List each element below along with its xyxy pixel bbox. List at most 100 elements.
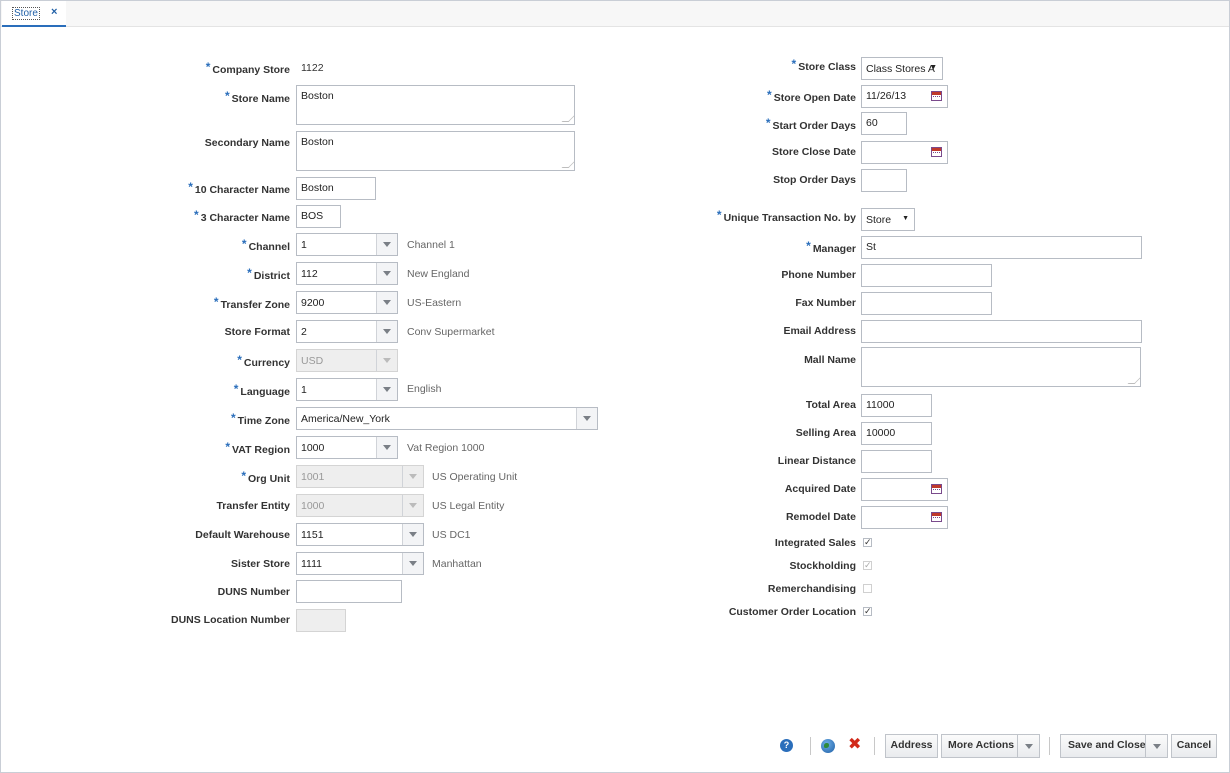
- default-warehouse-label: Default Warehouse: [195, 529, 290, 541]
- phone-number-field[interactable]: [861, 264, 992, 287]
- company-store-value: 1122: [301, 62, 324, 74]
- dropdown-arrow-icon[interactable]: [376, 292, 397, 313]
- duns-number-field[interactable]: [296, 580, 402, 603]
- district-combobox[interactable]: 112: [296, 262, 398, 285]
- linear-distance-field[interactable]: [861, 450, 932, 473]
- fax-number-label: Fax Number: [795, 297, 856, 309]
- integrated-sales-label: Integrated Sales: [774, 537, 856, 549]
- time-zone-label: * Time Zone: [231, 411, 290, 427]
- dropdown-arrow-icon[interactable]: [376, 321, 397, 342]
- store-name-field[interactable]: Boston: [296, 85, 575, 125]
- dropdown-arrow-icon[interactable]: [376, 379, 397, 400]
- language-description: English: [407, 383, 442, 395]
- globe-icon[interactable]: [821, 739, 835, 753]
- time-zone-combobox[interactable]: America/New_York: [296, 407, 598, 430]
- calendar-icon[interactable]: [931, 512, 942, 522]
- footer-divider: [1049, 737, 1050, 755]
- customer-order-location-checkbox[interactable]: ✓: [863, 607, 872, 616]
- duns-location-number-label: DUNS Location Number: [170, 614, 290, 626]
- help-icon[interactable]: ?: [780, 739, 793, 752]
- default-warehouse-description: US DC1: [432, 529, 471, 541]
- footer-divider: [810, 737, 811, 755]
- secondary-name-field[interactable]: Boston: [296, 131, 575, 171]
- email-address-field[interactable]: [861, 320, 1142, 343]
- vat-region-description: Vat Region 1000: [407, 442, 485, 454]
- selling-area-label: Selling Area: [795, 427, 856, 439]
- remodel-date-label: Remodel Date: [785, 511, 856, 523]
- channel-label: * Channel: [241, 237, 290, 253]
- dropdown-arrow-icon[interactable]: [402, 524, 423, 545]
- mall-name-field[interactable]: [861, 347, 1141, 387]
- mall-name-label: Mall Name: [804, 354, 856, 366]
- dropdown-arrow-icon[interactable]: [1017, 735, 1039, 757]
- language-combobox[interactable]: 1: [296, 378, 398, 401]
- fax-number-field[interactable]: [861, 292, 992, 315]
- default-warehouse-combobox[interactable]: 1151: [296, 523, 424, 546]
- total-area-field[interactable]: 11000: [861, 394, 932, 417]
- store-open-date-field[interactable]: 11/26/13: [861, 85, 948, 108]
- checkmark-icon: ✓: [864, 606, 872, 616]
- dropdown-arrow-icon: [402, 495, 423, 516]
- transfer-zone-combobox[interactable]: 9200: [296, 291, 398, 314]
- unique-transaction-select[interactable]: Store ▼: [861, 208, 915, 231]
- dropdown-arrow-icon[interactable]: [376, 234, 397, 255]
- stockholding-checkbox: ✓: [863, 561, 872, 570]
- integrated-sales-checkbox[interactable]: ✓: [863, 538, 872, 547]
- store-format-combobox[interactable]: 2: [296, 320, 398, 343]
- dropdown-arrow-icon[interactable]: [576, 408, 597, 429]
- ten-character-name-field[interactable]: Boston: [296, 177, 376, 200]
- duns-location-number-field: [296, 609, 346, 632]
- dropdown-arrow-icon[interactable]: [402, 553, 423, 574]
- more-actions-button[interactable]: More Actions: [941, 734, 1040, 758]
- company-store-label: * Company Store: [205, 60, 290, 76]
- manager-field[interactable]: St: [861, 236, 1142, 259]
- tab-store[interactable]: Store ×: [2, 1, 66, 27]
- district-label: * District: [247, 266, 290, 282]
- ten-character-name-label: * 10 Character Name: [188, 180, 290, 196]
- store-format-description: Conv Supermarket: [407, 326, 495, 338]
- vat-region-combobox[interactable]: 1000: [296, 436, 398, 459]
- manager-label: * Manager: [806, 239, 856, 255]
- dropdown-arrow-icon[interactable]: [1145, 735, 1167, 757]
- sister-store-description: Manhattan: [432, 558, 482, 570]
- transfer-entity-combobox: 1000: [296, 494, 424, 517]
- acquired-date-field[interactable]: [861, 478, 948, 501]
- address-button[interactable]: Address: [885, 734, 938, 758]
- total-area-label: Total Area: [805, 399, 856, 411]
- sister-store-label: Sister Store: [231, 558, 290, 570]
- org-unit-description: US Operating Unit: [432, 471, 518, 483]
- three-character-name-field[interactable]: BOS: [296, 205, 341, 228]
- footer-divider: [874, 737, 875, 755]
- remerchandising-checkbox: [863, 584, 872, 593]
- tab-store-label[interactable]: Store: [12, 7, 40, 20]
- store-class-select[interactable]: Class Stores A ▼: [861, 57, 943, 80]
- dropdown-arrow-icon[interactable]: [376, 437, 397, 458]
- close-tab-icon[interactable]: ×: [51, 6, 57, 18]
- language-label: * Language: [233, 382, 290, 398]
- save-and-close-button[interactable]: Save and Close: [1060, 734, 1168, 758]
- currency-combobox: USD: [296, 349, 398, 372]
- secondary-name-label: Secondary Name: [204, 137, 290, 149]
- org-unit-label: * Org Unit: [241, 469, 290, 485]
- dropdown-arrow-icon[interactable]: [376, 263, 397, 284]
- calendar-icon[interactable]: [931, 484, 942, 494]
- cancel-button[interactable]: Cancel: [1171, 734, 1217, 758]
- calendar-icon[interactable]: [931, 91, 942, 101]
- close-x-icon[interactable]: ✖: [848, 736, 861, 754]
- sister-store-combobox[interactable]: 1111: [296, 552, 424, 575]
- calendar-icon[interactable]: [931, 147, 942, 157]
- duns-number-label: DUNS Number: [217, 586, 290, 598]
- store-close-date-field[interactable]: [861, 141, 948, 164]
- linear-distance-label: Linear Distance: [777, 455, 856, 467]
- stockholding-label: Stockholding: [789, 560, 857, 572]
- stop-order-days-field[interactable]: [861, 169, 907, 192]
- channel-combobox[interactable]: 1: [296, 233, 398, 256]
- transfer-zone-description: US-Eastern: [407, 297, 462, 309]
- dropdown-arrow-icon: [402, 466, 423, 487]
- selling-area-field[interactable]: 10000: [861, 422, 932, 445]
- remodel-date-field[interactable]: [861, 506, 948, 529]
- tab-bar: Store ×: [1, 1, 1229, 27]
- dropdown-arrow-icon: ▼: [930, 64, 937, 71]
- start-order-days-field[interactable]: 60: [861, 112, 907, 135]
- currency-label: * Currency: [237, 353, 290, 369]
